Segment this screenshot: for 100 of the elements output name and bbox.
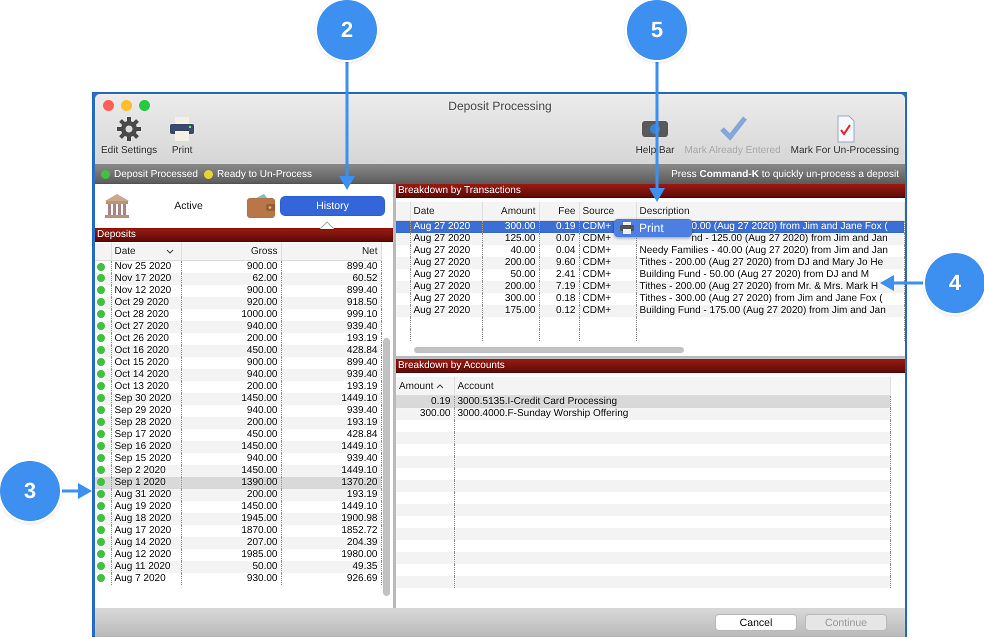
column-header[interactable]: Amount	[396, 377, 454, 396]
table-cell: 450.00	[181, 344, 281, 356]
table-row[interactable]: Oct 14 2020 940.00 939.40	[95, 368, 381, 380]
table-cell: Sep 2 2020	[111, 464, 181, 476]
table-cell: 125.00	[482, 232, 539, 244]
table-cell: CDM+	[579, 304, 636, 316]
table-cell: 0.12	[539, 304, 579, 316]
table-cell: 1450.00	[181, 440, 281, 452]
table-row[interactable]: Aug 7 2020 930.00 926.69	[95, 572, 381, 584]
table-row[interactable]: 0.19 3000.5135.I-Credit Card Processing	[396, 396, 890, 408]
table-cell: 0.00 (Aug 27 2020) from Jim and Jane Fox (	[692, 221, 888, 232]
table-row[interactable]: Aug 11 2020 50.00 49.35	[95, 560, 381, 572]
table-cell: 920.00	[181, 296, 281, 308]
sort-icon	[436, 384, 444, 388]
window-control[interactable]	[121, 100, 132, 111]
table-cell: 200.00	[181, 488, 281, 500]
table-cell: 1449.10	[281, 464, 381, 476]
column-header[interactable]: Gross	[181, 242, 281, 260]
table-cell: 1450.00	[181, 464, 281, 476]
table-cell: 428.84	[281, 344, 381, 356]
tab[interactable]: History	[280, 196, 385, 216]
table-row[interactable]: Sep 2 2020 1450.00 1449.10	[95, 464, 381, 476]
arrow	[62, 483, 92, 499]
table-cell: Aug 27 2020	[410, 280, 482, 292]
table-cell: Aug 7 2020	[111, 572, 181, 584]
table-cell: 50.00	[181, 560, 281, 572]
table-cell: Aug 27 2020	[410, 256, 482, 268]
table-cell: Tithes - 200.00 (Aug 27 2020) from Mr. & Mrs. Mark H	[640, 281, 878, 292]
wallet-icon	[246, 193, 276, 219]
table-cell: CDM+	[579, 280, 636, 292]
table-row[interactable]: Aug 14 2020 207.00 204.39	[95, 536, 381, 548]
table-cell: 1900.98	[281, 512, 381, 524]
table-row[interactable]: Oct 29 2020 920.00 918.50	[95, 296, 381, 308]
table-cell: 1449.10	[281, 392, 381, 404]
column-header[interactable]: Net	[281, 242, 381, 260]
column-header[interactable]: Source	[579, 202, 636, 220]
table-row[interactable]: Sep 16 2020 1450.00 1449.10	[95, 440, 381, 452]
panel-header: Breakdown by Accounts	[396, 359, 905, 373]
table-row[interactable]: Aug 31 2020 200.00 193.19	[95, 488, 381, 500]
table-cell: 300.00	[482, 220, 539, 232]
table-cell: Aug 11 2020	[111, 560, 181, 572]
table-row[interactable]: Aug 18 2020 1945.00 1900.98	[95, 512, 381, 524]
table-cell: 204.39	[281, 536, 381, 548]
table-cell: Aug 18 2020	[111, 512, 181, 524]
table-row[interactable]: Sep 30 2020 1450.00 1449.10	[95, 392, 381, 404]
tab[interactable]: Active	[135, 196, 242, 216]
window-control[interactable]	[103, 100, 114, 111]
table-row[interactable]: 300.00 3000.4000.F-Sunday Worship Offering	[396, 408, 890, 420]
column-header[interactable]: Amount	[482, 202, 539, 220]
callout-badge: 3	[0, 461, 60, 521]
table-cell: Oct 27 2020	[111, 320, 181, 332]
table-cell: 9.60	[539, 256, 579, 268]
hint-text: Press Command-K to quickly un-process a deposit	[671, 168, 899, 180]
table-row[interactable]: Oct 16 2020 450.00 428.84	[95, 344, 381, 356]
toolbar-button[interactable]: Mark For Un-Processing	[790, 115, 899, 156]
context-menu-item[interactable]: Print	[614, 219, 692, 237]
column-header[interactable]: Account	[454, 377, 890, 396]
printer-icon	[620, 222, 634, 234]
table-cell: Building Fund - 175.00 (Aug 27 2020) from Jim and Jan	[640, 305, 886, 316]
table-cell: Oct 14 2020	[111, 368, 181, 380]
table-cell: 940.00	[181, 368, 281, 380]
scrollbar[interactable]	[414, 347, 684, 353]
table-row[interactable]: Sep 28 2020 200.00 193.19	[95, 416, 381, 428]
table-cell: 175.00	[482, 304, 539, 316]
table-cell: Aug 27 2020	[410, 232, 482, 244]
table-cell: 49.35	[281, 560, 381, 572]
callout-badge: 5	[627, 0, 687, 60]
panel-header: Deposits	[95, 228, 393, 242]
table-cell: Aug 31 2020	[111, 488, 181, 500]
table-cell: 200.00	[482, 280, 539, 292]
table-cell: 1390.00	[181, 476, 281, 488]
table-cell: Aug 27 2020	[410, 304, 482, 316]
column-header[interactable]: Fee	[539, 202, 579, 220]
toolbar-button[interactable]: Edit Settings	[101, 115, 158, 156]
table-cell: 939.40	[281, 320, 381, 332]
dialog-button[interactable]: Cancel	[715, 614, 797, 631]
table-cell: nd - 125.00 (Aug 27 2020) from Jim and Jan	[692, 233, 888, 244]
table-cell: 207.00	[181, 536, 281, 548]
table-cell: 930.00	[181, 572, 281, 584]
table-cell: 939.40	[281, 368, 381, 380]
table-row[interactable]: Oct 27 2020 940.00 939.40	[95, 320, 381, 332]
table-row[interactable]: Nov 17 2020 62.00 60.52	[95, 272, 381, 284]
scrollbar[interactable]	[383, 338, 390, 596]
legend-label: Deposit Processed	[114, 168, 198, 180]
callout-badge: 2	[317, 0, 377, 60]
table-cell: Sep 16 2020	[111, 440, 181, 452]
table-cell: 200.00	[482, 256, 539, 268]
column-header[interactable]: Date	[410, 202, 482, 220]
table-row[interactable]: Sep 1 2020 1390.00 1370.20	[95, 476, 381, 488]
window-control[interactable]	[139, 100, 150, 111]
column-header[interactable]: Description	[636, 202, 904, 220]
table-cell: 193.19	[281, 416, 381, 428]
column-header[interactable]: Date	[111, 242, 181, 260]
toolbar-button[interactable]: Print	[167, 115, 198, 156]
table-cell: 0.19	[396, 396, 454, 408]
table-cell: Building Fund - 50.00 (Aug 27 2020) from DJ and M	[640, 269, 870, 280]
table-cell: Needy Families - 40.00 (Aug 27 2020) from Jim and Jan	[640, 245, 888, 256]
table-cell: 200.00	[181, 416, 281, 428]
table-cell: Oct 29 2020	[111, 296, 181, 308]
table-cell: Nov 17 2020	[111, 272, 181, 284]
